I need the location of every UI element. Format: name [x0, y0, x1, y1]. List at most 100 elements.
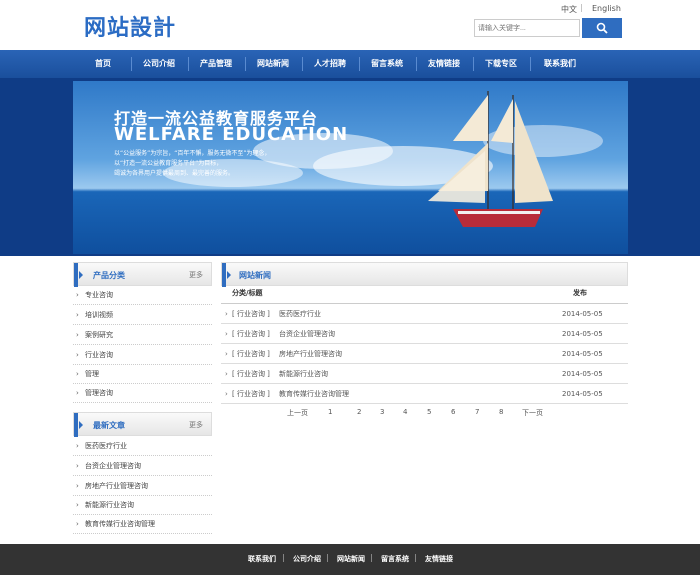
banner-text-line: 以“打造一流公益教育服务平台”为目标， [114, 160, 223, 167]
search-input[interactable] [474, 19, 580, 37]
nav-item-contact[interactable]: 联系我们 [535, 50, 585, 78]
nav-item-guestbook[interactable]: 留言系统 [364, 50, 410, 78]
arrow-right-icon: › [225, 330, 228, 338]
news-row-date: 2014-05-05 [562, 330, 603, 338]
news-row-title[interactable]: 台资企业管理咨询 [279, 324, 335, 344]
hero-banner: 打造一流公益教育服务平台 WELFARE EDUCATION 以“公益服务”为宗… [73, 81, 628, 254]
nav-item-downloads[interactable]: 下载专区 [478, 50, 524, 78]
footer-separator: | [326, 553, 329, 562]
nav-divider [530, 57, 531, 71]
news-row-title[interactable]: 新能源行业咨询 [279, 364, 328, 384]
news-column-date: 发布 [573, 289, 587, 297]
footer-link-contact[interactable]: 联系我们 [248, 554, 276, 564]
pagination-page[interactable]: 2 [357, 408, 361, 416]
sidebar-product-item[interactable]: 案例研究 [73, 326, 212, 345]
footer-link-guestbook[interactable]: 留言系统 [381, 554, 409, 564]
footer-separator: | [370, 553, 373, 562]
sidebar-articles-more[interactable]: 更多 [189, 420, 203, 430]
nav-item-jobs[interactable]: 人才招聘 [307, 50, 353, 78]
nav-item-home[interactable]: 首页 [80, 50, 126, 78]
sidebar-article-item[interactable]: 教育传媒行业咨询管理 [73, 515, 212, 534]
nav-divider [302, 57, 303, 71]
news-row-date: 2014-05-05 [562, 310, 603, 318]
sidebar-article-item[interactable]: 新能源行业咨询 [73, 496, 212, 515]
news-row[interactable]: › [ 行业咨询 ] 新能源行业咨询 2014-05-05 [221, 364, 628, 384]
pagination-page[interactable]: 1 [328, 408, 332, 416]
news-row-category[interactable]: [ 行业咨询 ] [232, 384, 270, 404]
arrow-right-icon [227, 271, 231, 279]
nav-item-news[interactable]: 网站新闻 [250, 50, 296, 78]
sidebar-products-title: 产品分类 [93, 271, 125, 280]
search-button[interactable] [582, 18, 622, 38]
news-row[interactable]: › [ 行业咨询 ] 教育传媒行业咨询管理 2014-05-05 [221, 384, 628, 404]
nav-divider [131, 57, 132, 71]
news-row[interactable]: › [ 行业咨询 ] 台资企业管理咨询 2014-05-05 [221, 324, 628, 344]
sidebar-articles-header: 最新文章 更多 [73, 412, 212, 437]
sidebar-product-item[interactable]: 专业咨询 [73, 286, 212, 305]
top-bar: 网站設計 中文 | English [0, 0, 700, 50]
lang-english-link[interactable]: English [592, 4, 621, 13]
pagination-page[interactable]: 3 [380, 408, 384, 416]
nav-item-links[interactable]: 友情链接 [421, 50, 467, 78]
news-row-date: 2014-05-05 [562, 370, 603, 378]
footer: 联系我们 | 公司介绍 | 网站新闻 | 留言系统 | 友情链接 [0, 544, 700, 575]
arrow-right-icon: › [225, 390, 228, 398]
footer-link-news[interactable]: 网站新闻 [337, 554, 365, 564]
site-logo[interactable]: 网站設計 [84, 10, 176, 42]
banner-text-line: 竭诚为各界用户提供最周到、最完善的服务。 [114, 170, 235, 177]
pagination-page[interactable]: 5 [427, 408, 431, 416]
banner-text-line: 以“公益服务”为宗旨，“百年不懈，服务无微不至”为理念， [114, 150, 271, 157]
nav-item-products[interactable]: 产品管理 [193, 50, 239, 78]
arrow-right-icon [79, 271, 83, 279]
news-row-category[interactable]: [ 行业咨询 ] [232, 364, 270, 384]
pagination-page[interactable]: 6 [451, 408, 455, 416]
lang-chinese-link[interactable]: 中文 [561, 4, 577, 15]
news-row[interactable]: › [ 行业咨询 ] 医药医疗行业 2014-05-05 [221, 304, 628, 324]
news-row-category[interactable]: [ 行业咨询 ] [232, 304, 270, 324]
nav-divider [359, 57, 360, 71]
sidebar-products-header: 产品分类 更多 [73, 262, 212, 287]
news-column-category: 分类/标题 [232, 289, 263, 297]
nav-divider [416, 57, 417, 71]
lang-separator: | [580, 3, 583, 12]
banner-subtitle: WELFARE EDUCATION [114, 124, 349, 145]
news-row-category[interactable]: [ 行业咨询 ] [232, 324, 270, 344]
nav-divider [245, 57, 246, 71]
sidebar-product-item[interactable]: 管理咨询 [73, 384, 212, 403]
news-row-category[interactable]: [ 行业咨询 ] [232, 344, 270, 364]
footer-separator: | [414, 553, 417, 562]
arrow-right-icon: › [225, 350, 228, 358]
pagination-prev[interactable]: 上一页 [287, 408, 308, 418]
magnifier-icon [596, 22, 608, 34]
arrow-right-icon [79, 421, 83, 429]
header-accent-bar [74, 263, 78, 287]
arrow-right-icon: › [225, 310, 228, 318]
news-row-title[interactable]: 医药医疗行业 [279, 304, 321, 324]
header-accent-bar [222, 263, 226, 287]
sidebar-article-item[interactable]: 台资企业管理咨询 [73, 457, 212, 476]
sidebar-article-item[interactable]: 医药医疗行业 [73, 437, 212, 456]
arrow-right-icon: › [225, 370, 228, 378]
pagination-page[interactable]: 8 [499, 408, 503, 416]
sidebar-product-item[interactable]: 管理 [73, 365, 212, 384]
news-row-title[interactable]: 教育传媒行业咨询管理 [279, 384, 349, 404]
news-row[interactable]: › [ 行业咨询 ] 房地产行业管理咨询 2014-05-05 [221, 344, 628, 364]
footer-link-about[interactable]: 公司介绍 [293, 554, 321, 564]
news-row-date: 2014-05-05 [562, 350, 603, 358]
nav-item-about[interactable]: 公司介绍 [136, 50, 182, 78]
footer-separator: | [282, 553, 285, 562]
news-panel-header: 网站新闻 [221, 262, 628, 287]
news-row-title[interactable]: 房地产行业管理咨询 [279, 344, 342, 364]
pagination-page[interactable]: 7 [475, 408, 479, 416]
pagination-page[interactable]: 4 [403, 408, 407, 416]
news-panel-title: 网站新闻 [239, 271, 271, 280]
sidebar-article-item[interactable]: 房地产行业管理咨询 [73, 477, 212, 496]
pagination-next[interactable]: 下一页 [522, 408, 543, 418]
sidebar-product-item[interactable]: 行业咨询 [73, 346, 212, 365]
sidebar-articles-title: 最新文章 [93, 421, 125, 430]
sidebar-product-item[interactable]: 培训视频 [73, 306, 212, 325]
footer-link-links[interactable]: 友情链接 [425, 554, 453, 564]
sidebar-products-more[interactable]: 更多 [189, 270, 203, 280]
nav-divider [188, 57, 189, 71]
main-nav: 首页 公司介绍 产品管理 网站新闻 人才招聘 留言系统 友情链接 下载专区 联系… [0, 50, 700, 78]
